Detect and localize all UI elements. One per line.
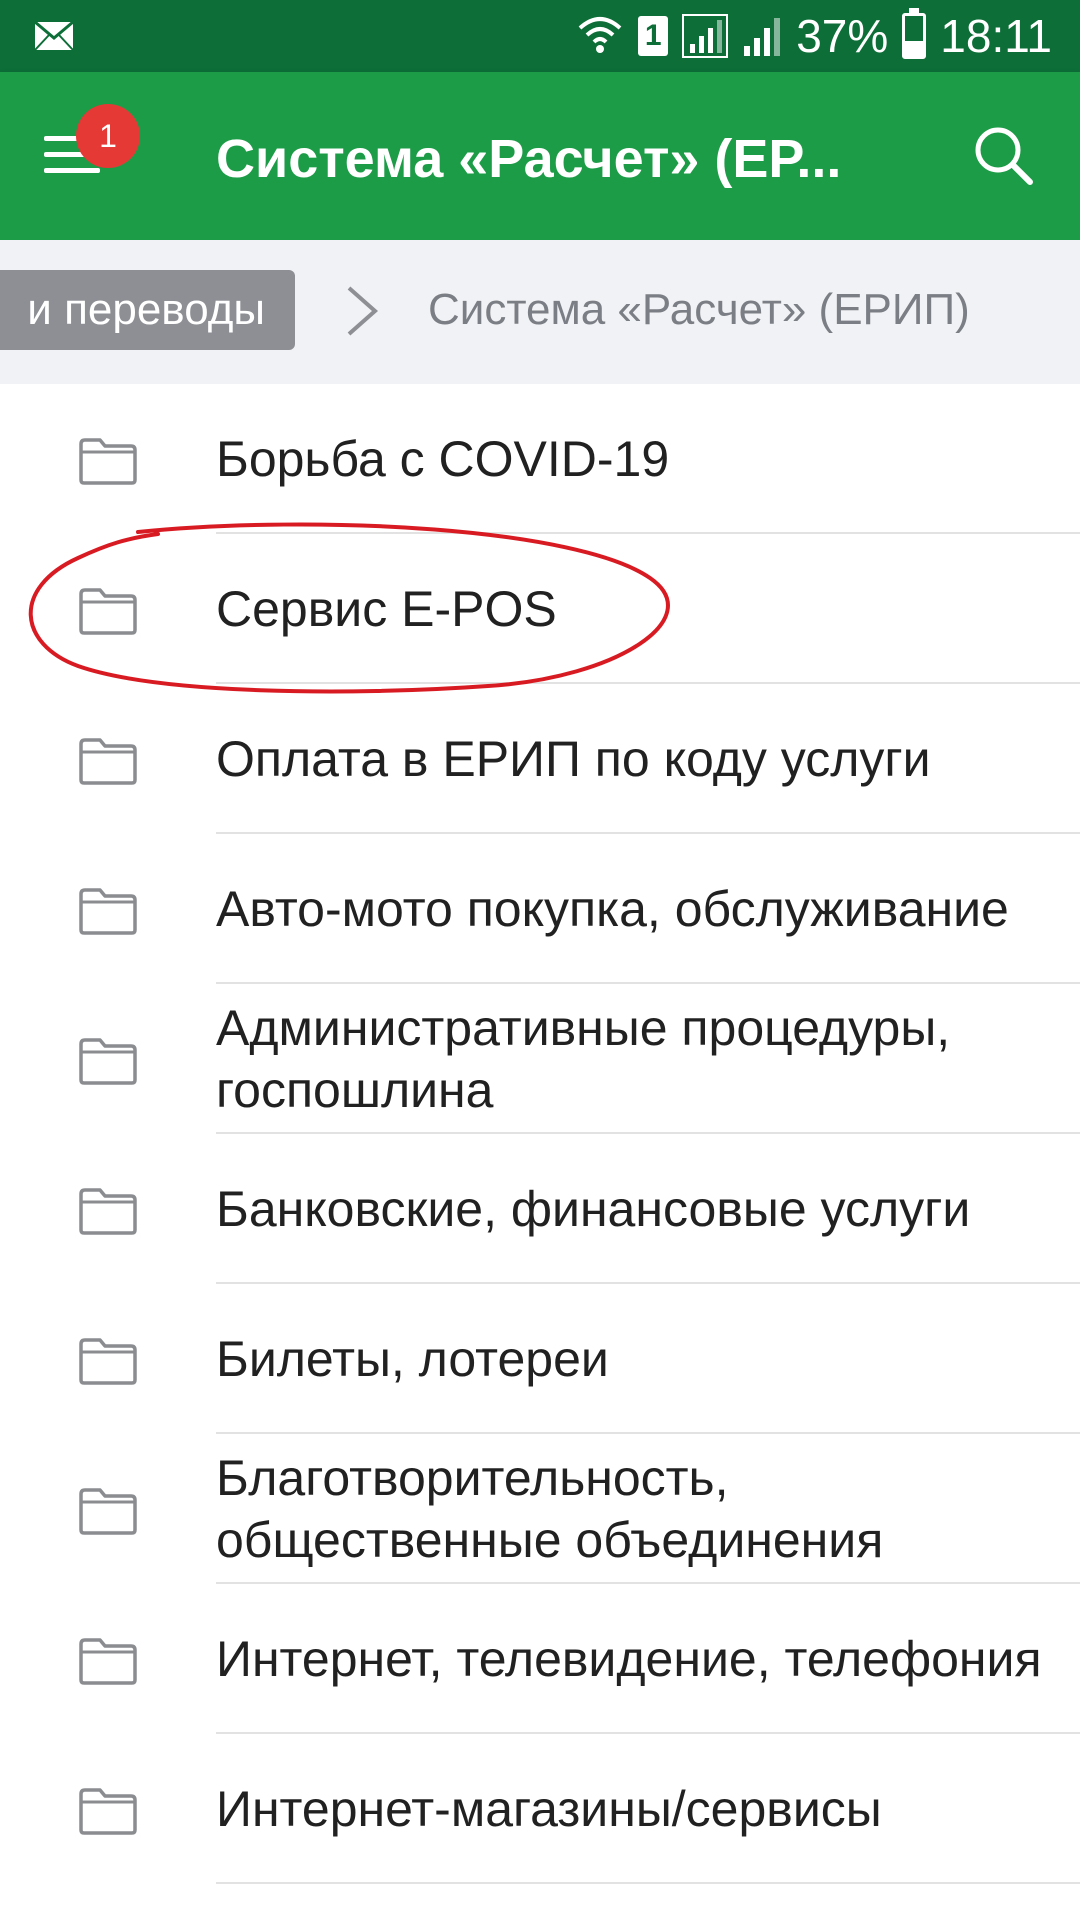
list-item-label: Оплата в ЕРИП по коду услуги <box>216 731 931 787</box>
list-item-label: Билеты, лотереи <box>216 1331 609 1387</box>
list-item[interactable]: Банковские, финансовые услуги <box>0 1134 1080 1284</box>
page-title: Система «Расчет» (ЕР... <box>216 129 842 189</box>
breadcrumb: и переводы Система «Расчет» (ЕРИП) <box>0 240 1080 384</box>
status-bar: 1 37% 18:11 <box>0 0 1080 72</box>
signal-icon <box>744 18 781 56</box>
list-item-label: Сервис E-POS <box>216 581 557 637</box>
list-item-label: Интернет, телевидение, телефония <box>216 1631 1042 1687</box>
breadcrumb-current: Система «Расчет» (ЕРИП) <box>428 285 970 334</box>
folder-icon <box>79 438 137 485</box>
list-item[interactable]: Авто-мото покупка, обслуживание <box>0 834 1080 984</box>
mail-icon <box>34 20 74 51</box>
notification-badge: 1 <box>76 104 140 168</box>
list-item[interactable]: Административные процедуры, госпошлина <box>0 984 1080 1134</box>
signal-icon <box>682 14 729 58</box>
category-list: Борьба с COVID-19 Сервис E-POS Оплата в … <box>0 384 1080 1884</box>
search-icon[interactable] <box>968 120 1040 192</box>
folder-icon <box>79 588 137 635</box>
hamburger-menu-icon-bar <box>44 168 100 173</box>
app-bar: 1 Система «Расчет» (ЕР... <box>0 72 1080 240</box>
chevron-right-icon <box>347 286 379 336</box>
wifi-icon <box>578 17 622 53</box>
list-item-label: Борьба с COVID-19 <box>216 431 670 487</box>
folder-icon <box>79 1488 137 1535</box>
folder-icon <box>79 1038 137 1085</box>
list-item-label: Административные процедуры, госпошлина <box>216 1000 951 1118</box>
divider <box>216 1882 1080 1884</box>
list-item[interactable]: Интернет-магазины/сервисы <box>0 1734 1080 1884</box>
folder-icon <box>79 1788 137 1835</box>
folder-icon <box>79 888 137 935</box>
folder-icon <box>79 1188 137 1235</box>
list-item[interactable]: Благотворительность, общественные объеди… <box>0 1434 1080 1584</box>
list-item-label: Интернет-магазины/сервисы <box>216 1781 882 1837</box>
sim-icon: 1 <box>638 16 669 56</box>
battery-percent: 37% <box>796 10 889 62</box>
list-item[interactable]: Сервис E-POS <box>0 534 1080 684</box>
folder-icon <box>79 1638 137 1685</box>
list-item[interactable]: Борьба с COVID-19 <box>0 384 1080 534</box>
list-item[interactable]: Билеты, лотереи <box>0 1284 1080 1434</box>
list-item[interactable]: Оплата в ЕРИП по коду услуги <box>0 684 1080 834</box>
folder-icon <box>79 1338 137 1385</box>
battery-icon <box>902 8 927 59</box>
clock: 18:11 <box>940 10 1052 62</box>
list-item-label: Авто-мото покупка, обслуживание <box>216 881 1009 937</box>
list-item-label: Благотворительность, общественные объеди… <box>216 1450 884 1568</box>
folder-icon <box>79 738 137 785</box>
list-item[interactable]: Интернет, телевидение, телефония <box>0 1584 1080 1734</box>
list-item-label: Банковские, финансовые услуги <box>216 1181 971 1237</box>
breadcrumb-parent[interactable]: и переводы <box>0 270 295 350</box>
